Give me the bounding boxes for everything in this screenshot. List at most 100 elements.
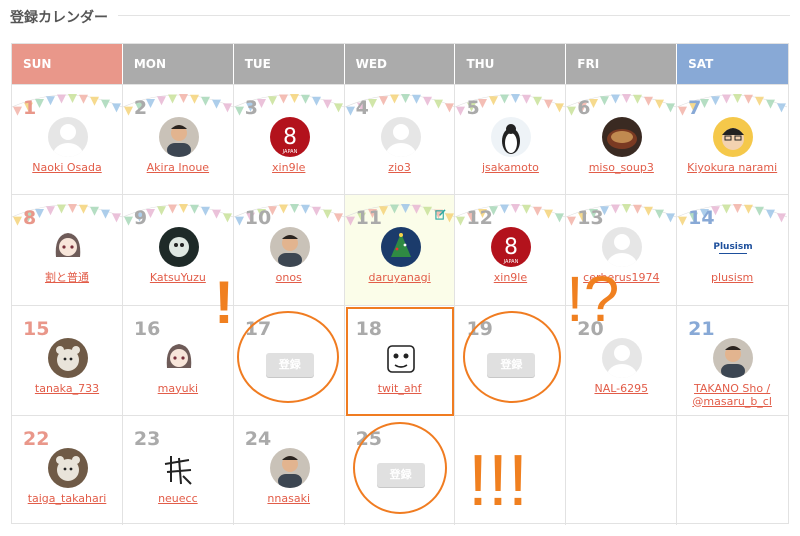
day-number: 12 xyxy=(466,207,493,230)
day-cell-2[interactable]: 2 Akira Inoue xyxy=(122,85,234,195)
animal-avatar[interactable] xyxy=(48,337,88,378)
header-tue: TUE xyxy=(233,44,345,84)
day-number: 10 xyxy=(244,207,272,230)
title-divider xyxy=(118,15,790,16)
day-cell-4[interactable]: 4 zio3 xyxy=(344,85,456,195)
calendar-week: 22 taiga_takahari 23 neuecc 24 nnasaki 25 登録 xyxy=(12,414,788,525)
user-link[interactable]: xin9le xyxy=(455,271,565,284)
edit-icon[interactable] xyxy=(435,209,447,220)
photo-avatar[interactable] xyxy=(713,337,754,378)
tree-avatar[interactable] xyxy=(380,227,421,268)
day-cell-7[interactable]: 7 Kiyokura narami xyxy=(677,85,788,194)
user-link[interactable]: 割と普通 xyxy=(12,271,122,284)
header-sat: SAT xyxy=(677,44,789,84)
register-button[interactable]: 登録 xyxy=(265,352,314,377)
section-title: 登録カレンダー xyxy=(10,10,108,26)
day-number: 21 xyxy=(688,317,715,340)
day-cell-24[interactable]: 24 nnasaki xyxy=(234,415,345,525)
calendar-week: 8 割と普通 9 KatsuYuzu 10 onos 11 daruyanagi 12 8 JAPA… xyxy=(12,194,788,305)
user-link[interactable]: jsakamoto xyxy=(455,161,565,174)
header-sun: SUN xyxy=(12,44,123,84)
day-number: 13 xyxy=(577,207,604,230)
user-link[interactable]: plusism xyxy=(677,271,787,284)
red-logo-avatar[interactable]: 8 JAPAN xyxy=(491,227,532,268)
register-button[interactable]: 登録 xyxy=(376,462,425,487)
day-cell-5[interactable]: 5 jsakamoto xyxy=(455,85,567,195)
user-link[interactable]: tanaka_733 xyxy=(12,382,122,395)
day-cell-8[interactable]: 8 割と普通 xyxy=(12,195,123,305)
penguin-avatar[interactable] xyxy=(491,117,532,157)
sketch-avatar[interactable] xyxy=(380,337,421,378)
day-cell-25[interactable]: 25 登録 xyxy=(345,415,456,525)
photo-avatar[interactable] xyxy=(158,117,199,157)
user-link[interactable]: nnasaki xyxy=(234,492,344,505)
day-cell-21[interactable]: 21 TAKANO Sho / @masaru_b_cl xyxy=(677,306,788,415)
svg-text:JAPAN: JAPAN xyxy=(281,149,297,155)
plusism-logo[interactable]: Plusism xyxy=(713,227,754,268)
user-link[interactable]: twit_ahf xyxy=(345,382,455,395)
user-link[interactable]: miso_soup3 xyxy=(566,161,676,174)
day-cell-14[interactable]: 14 Plusism plusism xyxy=(677,195,788,304)
default-avatar[interactable] xyxy=(380,117,421,157)
day-number: 18 xyxy=(355,317,383,340)
day-cell-6[interactable]: 6 miso_soup3 xyxy=(566,85,678,195)
annotation-exclaim-single: ! xyxy=(214,269,234,336)
day-number: 8 xyxy=(23,207,37,230)
day-number: 16 xyxy=(133,317,161,340)
default-avatar[interactable] xyxy=(602,337,643,378)
user-link[interactable]: zio3 xyxy=(345,161,455,174)
user-link[interactable]: Naoki Osada xyxy=(12,161,122,174)
red-logo-avatar[interactable]: 8 JAPAN xyxy=(269,117,310,157)
kanji-avatar[interactable] xyxy=(158,447,199,488)
day-cell-12[interactable]: 12 8 JAPAN xin9le xyxy=(455,195,567,305)
user-link[interactable]: onos xyxy=(234,271,344,284)
day-number: 25 xyxy=(355,427,383,450)
user-link[interactable]: taiga_takahari xyxy=(12,492,122,505)
day-number: 11 xyxy=(355,207,383,230)
svg-text:JAPAN: JAPAN xyxy=(503,259,519,265)
photo-avatar[interactable] xyxy=(269,447,310,488)
soup-avatar[interactable] xyxy=(602,117,643,157)
annotation-exclaim-triple: !!! xyxy=(468,441,529,521)
day-cell-19[interactable]: 19 登録 xyxy=(455,305,567,415)
default-avatar[interactable] xyxy=(48,117,88,157)
day-number: 15 xyxy=(23,317,50,340)
user-link[interactable]: TAKANO Sho / @masaru_b_cl xyxy=(677,382,787,408)
user-link[interactable]: Kiyokura narami xyxy=(677,161,787,174)
day-cell-15[interactable]: 15 tanaka_733 xyxy=(12,305,123,415)
day-cell-3[interactable]: 3 8 JAPAN xin9le xyxy=(233,85,345,195)
user-link[interactable]: daruyanagi xyxy=(345,271,455,284)
weekday-header-row: SUN MON TUE WED THU FRI SAT xyxy=(12,44,789,84)
day-cell-18[interactable]: 18 twit_ahf xyxy=(345,305,456,417)
user-link[interactable]: xin9le xyxy=(234,161,344,174)
photo-avatar[interactable] xyxy=(269,227,310,268)
calendar-week: 15 tanaka_733 16 mayuki 17 登録 18 twit_ahf 19 登録 20… xyxy=(12,304,788,417)
day-cell-1[interactable]: 1 Naoki Osada xyxy=(12,85,123,195)
day-number: 14 xyxy=(688,207,715,230)
calendar-week: 1 Naoki Osada 2 Akira Inoue 3 8 JAPAN xin9le 4 zi… xyxy=(12,84,788,195)
cartoon-avatar[interactable] xyxy=(713,117,754,157)
anime-avatar[interactable] xyxy=(48,227,88,268)
header-mon: MON xyxy=(122,44,234,84)
user-link[interactable]: neuecc xyxy=(123,492,233,505)
user-link[interactable]: mayuki xyxy=(123,382,233,395)
svg-text:8: 8 xyxy=(504,235,518,260)
day-cell-22[interactable]: 22 taiga_takahari xyxy=(12,415,123,525)
dark-avatar[interactable] xyxy=(158,227,199,268)
user-link[interactable]: NAL-6295 xyxy=(566,382,676,395)
day-number: 6 xyxy=(577,97,591,119)
day-number: 9 xyxy=(133,207,148,230)
day-cell-23[interactable]: 23 neuecc xyxy=(123,415,234,525)
animal-avatar[interactable] xyxy=(48,447,88,488)
anime-avatar[interactable] xyxy=(158,337,199,378)
svg-text:Plusism: Plusism xyxy=(714,242,753,252)
day-cell-empty xyxy=(566,415,678,525)
header-thu: THU xyxy=(455,44,567,84)
calendar-body: 1 Naoki Osada 2 Akira Inoue 3 8 JAPAN xin9le 4 zi… xyxy=(12,84,788,525)
day-cell-17[interactable]: 17 登録 xyxy=(234,305,345,415)
day-cell-10[interactable]: 10 onos xyxy=(233,195,345,305)
register-button[interactable]: 登録 xyxy=(487,352,536,377)
day-cell-11[interactable]: 11 daruyanagi xyxy=(344,195,456,305)
day-number: 7 xyxy=(688,97,702,119)
user-link[interactable]: Akira Inoue xyxy=(123,161,233,174)
